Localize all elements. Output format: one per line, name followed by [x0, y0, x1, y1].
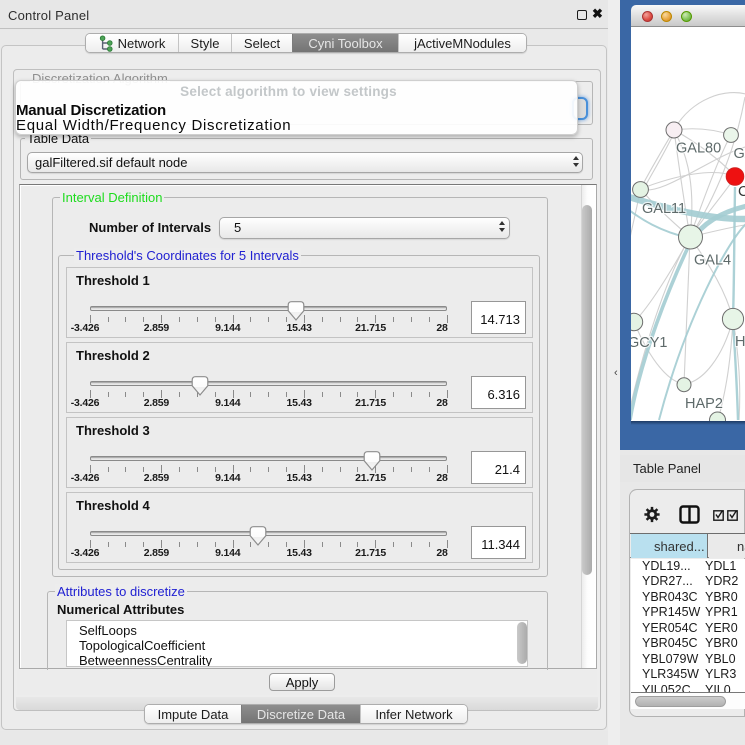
svg-text:H: H [735, 334, 745, 350]
svg-text:GA: GA [734, 146, 745, 162]
svg-text:GAL11: GAL11 [642, 201, 686, 217]
svg-text:GCY1: GCY1 [631, 335, 668, 351]
svg-text:GAL4: GAL4 [694, 253, 731, 269]
svg-text:HAP2: HAP2 [685, 396, 723, 412]
svg-text:GAL80: GAL80 [676, 141, 721, 157]
svg-text:C: C [738, 184, 745, 200]
